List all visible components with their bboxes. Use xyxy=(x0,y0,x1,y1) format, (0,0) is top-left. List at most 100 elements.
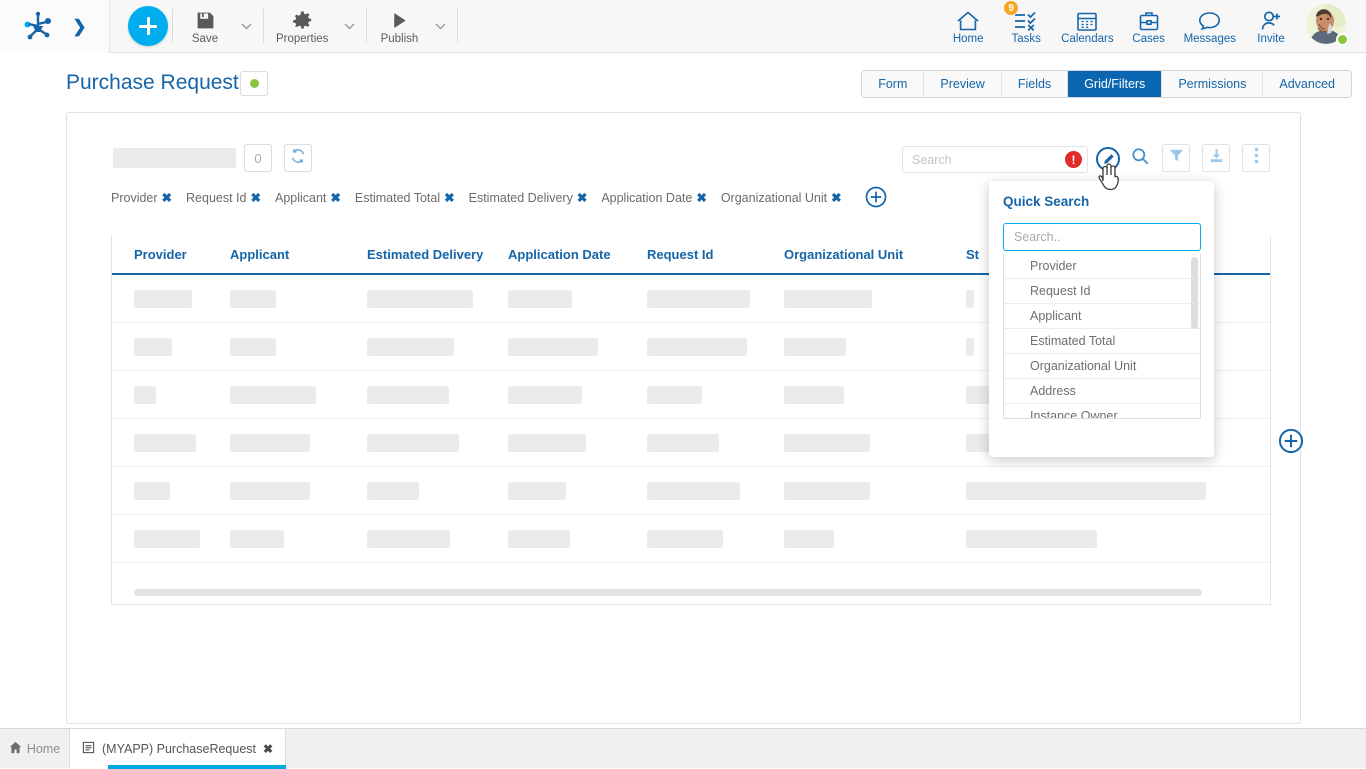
alert-exclamation-icon[interactable]: ! xyxy=(1065,151,1082,168)
properties-button[interactable]: Properties xyxy=(268,2,336,50)
list-item[interactable]: Applicant xyxy=(1004,304,1200,329)
presence-indicator xyxy=(1336,33,1349,46)
taskbar-home-label: Home xyxy=(27,742,60,756)
chip-remove-icon[interactable]: ✖ xyxy=(831,191,841,205)
nav-label-cases: Cases xyxy=(1132,33,1165,45)
tab-preview[interactable]: Preview xyxy=(924,71,1001,97)
cell-skeleton xyxy=(230,386,316,404)
column-chip[interactable]: Estimated Total✖ xyxy=(355,190,455,205)
tab-fields[interactable]: Fields xyxy=(1002,71,1068,97)
divider xyxy=(263,9,264,43)
chip-label: Provider xyxy=(111,191,158,205)
list-item[interactable]: Estimated Total xyxy=(1004,329,1200,354)
column-header-provider[interactable]: Provider xyxy=(134,247,230,262)
cell-skeleton xyxy=(134,482,170,500)
logo-zone: ❯ xyxy=(0,0,110,53)
search-button[interactable] xyxy=(1125,144,1155,174)
briefcase-icon xyxy=(1138,7,1160,32)
quick-search-field-list[interactable]: Provider Request Id Applicant Estimated … xyxy=(1003,254,1201,419)
properties-dropdown-caret[interactable] xyxy=(336,2,362,50)
list-item[interactable]: Provider xyxy=(1004,254,1200,279)
table-row[interactable] xyxy=(112,467,1270,515)
export-button[interactable] xyxy=(1202,144,1230,172)
column-chip[interactable]: Applicant✖ xyxy=(275,190,341,205)
status-badge[interactable] xyxy=(240,71,268,96)
list-item[interactable]: Address xyxy=(1004,379,1200,404)
chip-remove-icon[interactable]: ✖ xyxy=(696,191,706,205)
tab-grid-filters[interactable]: Grid/Filters xyxy=(1068,71,1162,97)
play-triangle-icon xyxy=(389,7,410,31)
table-row[interactable] xyxy=(112,515,1270,563)
cell-skeleton xyxy=(367,386,449,404)
page-title: Purchase Request xyxy=(66,71,239,95)
column-chip[interactable]: Application Date✖ xyxy=(601,190,707,205)
refresh-button[interactable] xyxy=(284,144,312,172)
speech-bubble-icon xyxy=(1198,7,1221,32)
record-count[interactable]: 0 xyxy=(244,144,272,172)
more-options-button[interactable] xyxy=(1242,144,1270,172)
cell-skeleton xyxy=(966,482,1206,500)
bizagi-node-logo[interactable] xyxy=(22,10,54,42)
nav-item-messages[interactable]: Messages xyxy=(1178,1,1242,51)
filter-button[interactable] xyxy=(1162,144,1190,172)
properties-label: Properties xyxy=(276,33,328,45)
avatar[interactable] xyxy=(1306,4,1350,48)
column-chip[interactable]: Request Id✖ xyxy=(186,190,261,205)
chip-remove-icon[interactable]: ✖ xyxy=(162,191,172,205)
column-chip[interactable]: Organizational Unit ✖ xyxy=(721,190,842,205)
search-placeholder: Search xyxy=(903,153,1065,167)
column-header-estimated-delivery[interactable]: Estimated Delivery xyxy=(367,247,508,262)
chip-remove-icon[interactable]: ✖ xyxy=(330,191,340,205)
nav-item-home[interactable]: Home xyxy=(939,1,997,51)
save-disk-icon xyxy=(195,7,216,31)
divider xyxy=(457,9,458,43)
new-item-button[interactable] xyxy=(128,6,168,46)
list-item[interactable]: Instance Owner xyxy=(1004,404,1200,419)
edit-quick-search-button[interactable] xyxy=(1093,144,1123,174)
column-header-organizational-unit[interactable]: Organizational Unit xyxy=(784,247,966,262)
calendar-icon xyxy=(1076,7,1098,32)
quick-search-popover: Quick Search Search.. Provider Request I… xyxy=(989,181,1214,457)
taskbar-tab-purchaserequest[interactable]: (MYAPP) PurchaseRequest ✖ xyxy=(70,729,286,768)
column-header-applicant[interactable]: Applicant xyxy=(230,247,367,262)
column-header-application-date[interactable]: Application Date xyxy=(508,247,647,262)
refresh-icon xyxy=(290,148,306,169)
search-input[interactable]: Search ! xyxy=(902,146,1088,173)
publish-dropdown-caret[interactable] xyxy=(427,2,453,50)
selected-columns-chips: Provider ✖ Request Id✖ Applicant✖ Estimat… xyxy=(111,185,888,209)
add-column-button[interactable] xyxy=(864,185,888,209)
cell-skeleton xyxy=(647,434,719,452)
chip-label: Organizational Unit xyxy=(721,191,827,205)
tab-advanced[interactable]: Advanced xyxy=(1263,71,1351,97)
nav-item-calendars[interactable]: Calendars xyxy=(1055,1,1119,51)
horizontal-scrollbar[interactable] xyxy=(134,589,1202,596)
taskbar-home-button[interactable]: Home xyxy=(0,729,70,768)
tab-form[interactable]: Form xyxy=(862,71,924,97)
quick-search-input[interactable]: Search.. xyxy=(1003,223,1201,251)
cell-skeleton xyxy=(966,530,1097,548)
add-row-button[interactable] xyxy=(1274,424,1308,458)
home-icon xyxy=(956,7,980,32)
list-item[interactable]: Organizational Unit xyxy=(1004,354,1200,379)
save-button[interactable]: Save xyxy=(177,2,233,50)
chip-remove-icon[interactable]: ✖ xyxy=(444,191,454,205)
chip-remove-icon[interactable]: ✖ xyxy=(251,191,261,205)
publish-button[interactable]: Publish xyxy=(371,2,427,50)
list-scrollbar-thumb[interactable] xyxy=(1191,257,1198,329)
person-add-icon xyxy=(1260,7,1283,32)
save-dropdown-caret[interactable] xyxy=(233,2,259,50)
cell-skeleton xyxy=(508,290,572,308)
nav-item-cases[interactable]: Cases xyxy=(1120,1,1178,51)
chip-label: Estimated Delivery xyxy=(469,191,573,205)
nav-item-invite[interactable]: Invite xyxy=(1242,1,1300,51)
column-chip[interactable]: Estimated Delivery ✖ xyxy=(469,190,588,205)
close-icon[interactable]: ✖ xyxy=(263,742,273,756)
nav-item-tasks[interactable]: 9 Tasks xyxy=(997,1,1055,51)
tab-permissions[interactable]: Permissions xyxy=(1162,71,1263,97)
cell-skeleton xyxy=(647,290,750,308)
chip-remove-icon[interactable]: ✖ xyxy=(577,191,587,205)
column-header-request-id[interactable]: Request Id xyxy=(647,247,784,262)
list-item[interactable]: Request Id xyxy=(1004,279,1200,304)
chevron-right-icon[interactable]: ❯ xyxy=(72,18,86,35)
column-chip[interactable]: Provider ✖ xyxy=(111,190,172,205)
